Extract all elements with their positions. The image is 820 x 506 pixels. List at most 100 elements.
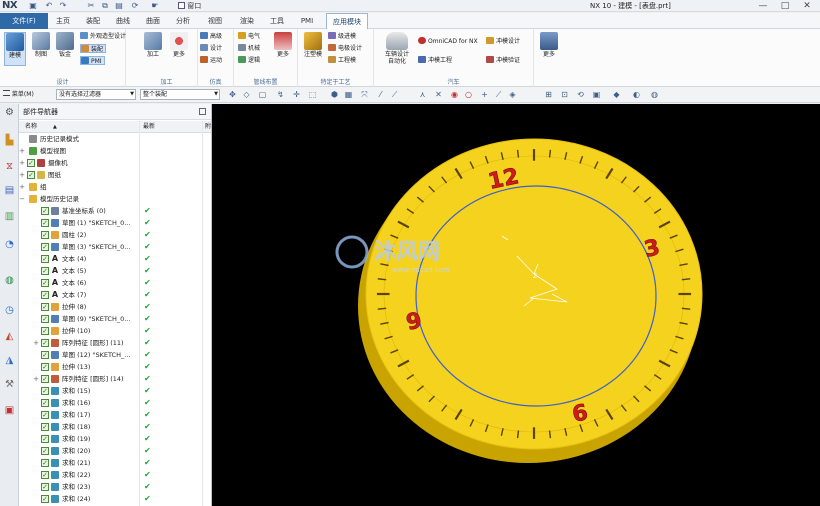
visibility-checkbox[interactable]: ✓ <box>41 255 49 263</box>
column-name[interactable]: 名称 <box>25 121 37 133</box>
visibility-checkbox[interactable]: ✓ <box>41 351 49 359</box>
manufacturing-wizard-icon[interactable]: ⚒ <box>3 378 16 391</box>
visibility-checkbox[interactable]: ✓ <box>41 459 49 467</box>
tree-row[interactable]: ✓ 草图 (12) "SKETCH_... ✔ <box>19 349 211 361</box>
visibility-checkbox[interactable]: ✓ <box>41 471 49 479</box>
repeat-command-icon[interactable]: ⟳ <box>130 1 140 11</box>
system-materials-icon[interactable]: ◭ <box>3 330 16 343</box>
tree-row[interactable]: ✓ A 文本 (5) ✔ <box>19 265 211 277</box>
graphics-window[interactable]: 12 3 6 9 沐风网 www.mfcad.com Z <box>212 104 820 506</box>
tab-analysis[interactable]: 分析 <box>172 13 194 29</box>
shape-studio-button[interactable]: 外观造型设计 <box>80 32 126 41</box>
zoom-icon[interactable]: ⊡ <box>560 90 569 99</box>
end-point-icon[interactable]: ⟋ <box>390 90 399 99</box>
visibility-checkbox[interactable]: ✓ <box>41 387 49 395</box>
logical-button[interactable]: 逻辑 <box>238 56 260 65</box>
expand-toggle-icon[interactable]: + <box>33 337 39 349</box>
column-up-to-date[interactable]: 最新 <box>143 121 155 133</box>
tree-row[interactable]: ✓ A 文本 (7) ✔ <box>19 289 211 301</box>
point-on-curve-icon[interactable]: + <box>480 90 489 99</box>
modeling-button[interactable]: 建模 <box>4 32 26 66</box>
visibility-checkbox[interactable]: ✓ <box>27 171 35 179</box>
machining-button[interactable]: 加工 <box>142 32 164 58</box>
feature-select-icon[interactable]: ▦ <box>344 90 353 99</box>
selection-filter-dropdown[interactable]: 没有选择过滤器 ▼ <box>56 89 136 100</box>
progressive-die-button[interactable]: 级进模 <box>328 32 356 41</box>
process-studio-icon[interactable]: ◮ <box>3 354 16 367</box>
mechanical-button[interactable]: 机械 <box>238 44 260 53</box>
visibility-checkbox[interactable]: ✓ <box>41 279 49 287</box>
tab-curve[interactable]: 曲线 <box>112 13 134 29</box>
tree-row[interactable]: ✓ 求和 (24) ✔ <box>19 493 211 505</box>
visibility-checkbox[interactable]: ✓ <box>41 243 49 251</box>
rotate-icon[interactable]: ⟲ <box>576 90 585 99</box>
select-edge-icon[interactable]: ▢ <box>258 90 267 99</box>
menu-button[interactable]: 菜单(M) <box>2 89 34 101</box>
visibility-checkbox[interactable]: ✓ <box>41 327 49 335</box>
visibility-checkbox[interactable]: ✓ <box>41 207 49 215</box>
expand-toggle-icon[interactable]: + <box>33 373 39 385</box>
close-button[interactable]: ✕ <box>796 0 818 12</box>
tree-row[interactable]: + 模型视图 <box>19 145 211 157</box>
select-face-icon[interactable]: ◇ <box>242 90 251 99</box>
visibility-checkbox[interactable]: ✓ <box>41 435 49 443</box>
file-menu[interactable]: 文件(F) <box>0 13 48 29</box>
undo-icon[interactable]: ↶ <box>44 1 54 11</box>
visibility-checkbox[interactable]: ✓ <box>41 483 49 491</box>
stamping-design-button[interactable]: 冲模设计 <box>486 37 520 46</box>
mold-wizard-button[interactable]: 注塑模 <box>302 32 324 58</box>
visibility-checkbox[interactable]: ✓ <box>41 219 49 227</box>
move-icon[interactable]: ⤧ <box>360 90 369 99</box>
tree-row[interactable]: 历史记录模式 <box>19 133 211 145</box>
tab-assembly[interactable]: 装配 <box>82 13 104 29</box>
tree-row[interactable]: ✓ 求和 (22) ✔ <box>19 469 211 481</box>
display-mode-icon[interactable]: ◐ <box>632 90 641 99</box>
visibility-checkbox[interactable]: ✓ <box>41 291 49 299</box>
tree-row[interactable]: ✓ A 文本 (6) ✔ <box>19 277 211 289</box>
tree-row[interactable]: ✓ 求和 (17) ✔ <box>19 409 211 421</box>
circle-center-icon[interactable]: ◉ <box>450 90 459 99</box>
expand-toggle-icon[interactable]: − <box>19 193 25 205</box>
constraint-navigator-icon[interactable]: ⧖ <box>3 160 16 173</box>
expand-toggle-icon[interactable]: + <box>19 157 25 169</box>
tree-row[interactable]: ✓ 求和 (15) ✔ <box>19 385 211 397</box>
stamping-engineering-button[interactable]: 冲模工程 <box>418 56 452 65</box>
more-automotive-button[interactable]: 更多 <box>538 32 560 58</box>
tree-row[interactable]: + ✓ 阵列特征 [圆形] (11) ✔ <box>19 337 211 349</box>
visibility-checkbox[interactable]: ✓ <box>27 159 35 167</box>
save-icon[interactable]: ▣ <box>28 1 38 11</box>
select-icon[interactable]: ✥ <box>228 90 237 99</box>
tree-row[interactable]: + 组 <box>19 181 211 193</box>
visibility-checkbox[interactable]: ✓ <box>41 267 49 275</box>
expand-toggle-icon[interactable]: + <box>19 145 25 157</box>
visibility-checkbox[interactable]: ✓ <box>41 411 49 419</box>
visibility-checkbox[interactable]: ✓ <box>41 399 49 407</box>
tree-row[interactable]: ✓ 求和 (18) ✔ <box>19 421 211 433</box>
visibility-checkbox[interactable]: ✓ <box>41 315 49 323</box>
tab-pmi[interactable]: PMI <box>296 13 318 29</box>
tree-row[interactable]: ✓ 拉伸 (13) ✔ <box>19 361 211 373</box>
history-icon[interactable]: ◷ <box>3 304 16 317</box>
tree-row[interactable]: ✓ 求和 (23) ✔ <box>19 481 211 493</box>
tab-application[interactable]: 应用模块 <box>326 13 368 29</box>
visibility-checkbox[interactable]: ✓ <box>41 423 49 431</box>
tree-row[interactable]: ✓ 拉伸 (8) ✔ <box>19 301 211 313</box>
paste-icon[interactable]: ▤ <box>114 1 124 11</box>
column-extra[interactable]: 附 <box>205 121 211 133</box>
web-browser-icon[interactable]: ◍ <box>3 274 16 287</box>
tab-home[interactable]: 主页 <box>52 13 74 29</box>
visibility-checkbox[interactable]: ✓ <box>41 375 49 383</box>
visibility-checkbox[interactable]: ✓ <box>41 339 49 347</box>
visibility-checkbox[interactable]: ✓ <box>41 303 49 311</box>
tab-render[interactable]: 渲染 <box>236 13 258 29</box>
bounded-grid-icon[interactable]: ◈ <box>508 90 517 99</box>
reuse-library-icon[interactable]: ▥ <box>3 210 16 223</box>
snap-icon[interactable]: ✛ <box>292 90 301 99</box>
assembly-button[interactable]: 装配 <box>80 44 107 53</box>
tab-view[interactable]: 视图 <box>204 13 226 29</box>
expand-toggle-icon[interactable]: + <box>19 181 25 193</box>
advanced-sim-button[interactable]: 高级 <box>200 32 222 41</box>
tree-row[interactable]: ✓ 求和 (21) ✔ <box>19 457 211 469</box>
stamping-validate-button[interactable]: 冲模验证 <box>486 56 520 65</box>
hd3d-tools-icon[interactable]: ◔ <box>3 238 16 251</box>
